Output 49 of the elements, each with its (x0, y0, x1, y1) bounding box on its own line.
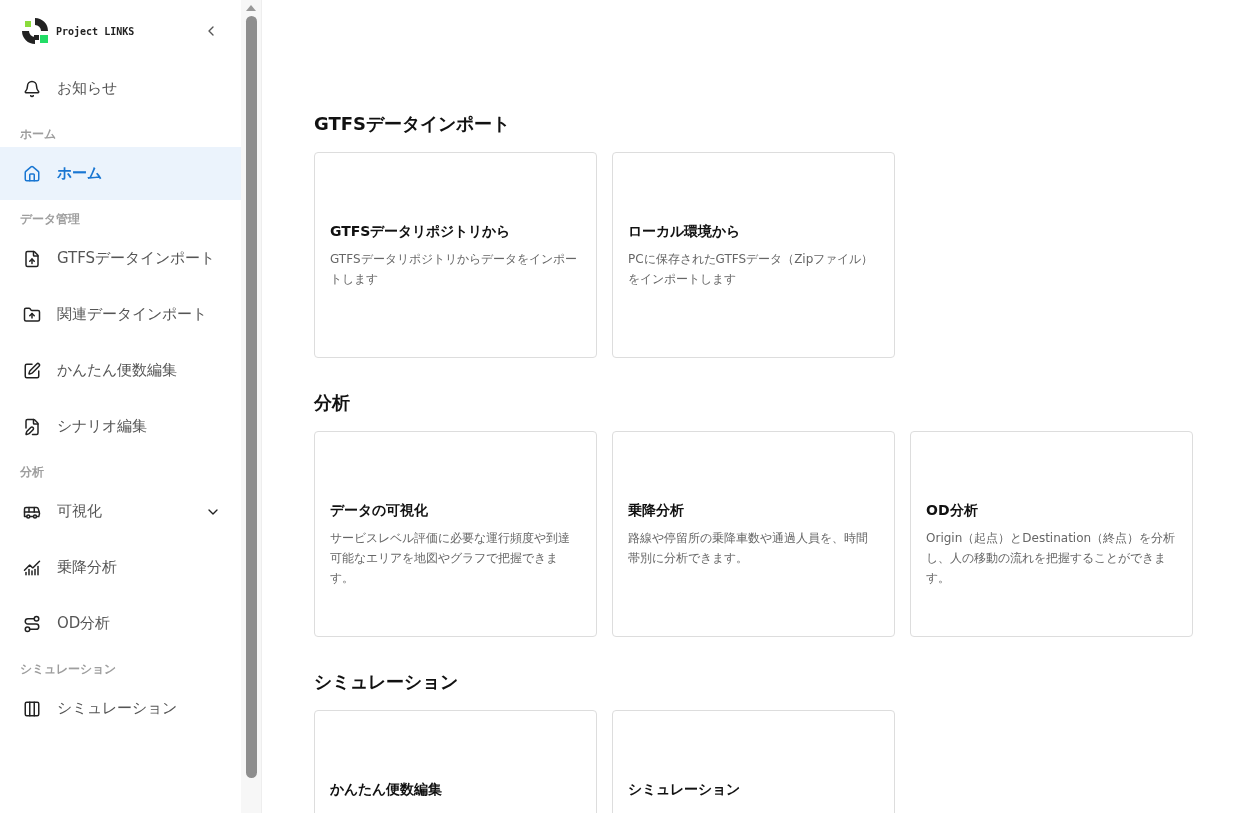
card-title: 乗降分析 (628, 502, 685, 520)
card-title: データの可視化 (330, 502, 429, 520)
feature-card[interactable]: OD分析 Origin（起点）とDestination（終点）を分析し、人の移動の流れを把握することができます。 (910, 431, 1193, 637)
section-label: ホーム (19, 126, 57, 143)
nav-item[interactable]: GTFSデータインポート (0, 232, 241, 285)
section-title: 分析 (314, 391, 351, 415)
card-title: OD分析 (926, 502, 979, 520)
nav-item[interactable]: OD分析 (0, 597, 241, 650)
nav-item[interactable]: かんたん便数編集 (0, 344, 241, 397)
columns-icon (23, 699, 41, 718)
card-title: シミュレーション (628, 781, 741, 799)
route-icon (23, 614, 41, 633)
section-title: シミュレーション (314, 670, 459, 694)
edit-icon (23, 361, 41, 380)
section-label: 分析 (19, 464, 45, 481)
card-title: GTFSデータリポジトリから (330, 223, 512, 241)
card-title: かんたん便数編集 (330, 781, 443, 799)
section-title: GTFSデータインポート (314, 112, 511, 136)
feature-card[interactable]: データの可視化 サービスレベル評価に必要な運行頻度や到達可能なエリアを地図やグラフで把握できます。 (314, 431, 597, 637)
folder-upload-icon (23, 305, 41, 324)
card-description: 路線や停留所の乗降車数や通過人員を、時間帯別に分析できます。 (628, 530, 869, 567)
feature-card[interactable]: 乗降分析 路線や停留所の乗降車数や通過人員を、時間帯別に分析できます。 (612, 431, 895, 637)
feature-card[interactable]: シミュレーション (612, 710, 895, 813)
scrollbar-thumb[interactable] (245, 16, 257, 778)
home-icon (23, 164, 41, 183)
nav-item[interactable]: 可視化 (0, 485, 241, 538)
brand-name: Project LINKS (56, 25, 135, 37)
feature-card[interactable]: GTFSデータリポジトリから GTFSデータリポジトリからデータをインポートします (314, 152, 597, 358)
card-description: Origin（起点）とDestination（終点）を分析し、人の移動の流れを把握することができます。 (926, 530, 1177, 587)
scroll-up-icon[interactable] (245, 4, 257, 12)
feature-card[interactable]: ローカル環境から PCに保存されたGTFSデータ（Zipファイル）をインポートします (612, 152, 895, 358)
card-description: PCに保存されたGTFSデータ（Zipファイル）をインポートします (628, 251, 875, 288)
file-edit-icon (23, 417, 41, 436)
chart-icon (23, 558, 41, 577)
notice-item[interactable]: お知らせ (0, 62, 241, 115)
bell-icon (23, 79, 41, 98)
nav-item[interactable]: シミュレーション (0, 682, 241, 735)
section-label: シミュレーション (19, 661, 117, 678)
nav-item[interactable]: 乗降分析 (0, 541, 241, 594)
nav-item[interactable]: ホーム (0, 147, 241, 200)
nav-item[interactable]: シナリオ編集 (0, 400, 241, 453)
nav-item[interactable]: 関連データインポート (0, 288, 241, 341)
card-title: ローカル環境から (628, 223, 741, 241)
card-description: GTFSデータリポジトリからデータをインポートします (330, 251, 578, 288)
section-label: データ管理 (19, 211, 81, 228)
feature-card[interactable]: かんたん便数編集 (314, 710, 597, 813)
logo-icon (20, 16, 50, 46)
file-upload-icon (23, 249, 41, 268)
card-description: サービスレベル評価に必要な運行頻度や到達可能なエリアを地図やグラフで把握できます。 (330, 530, 571, 587)
